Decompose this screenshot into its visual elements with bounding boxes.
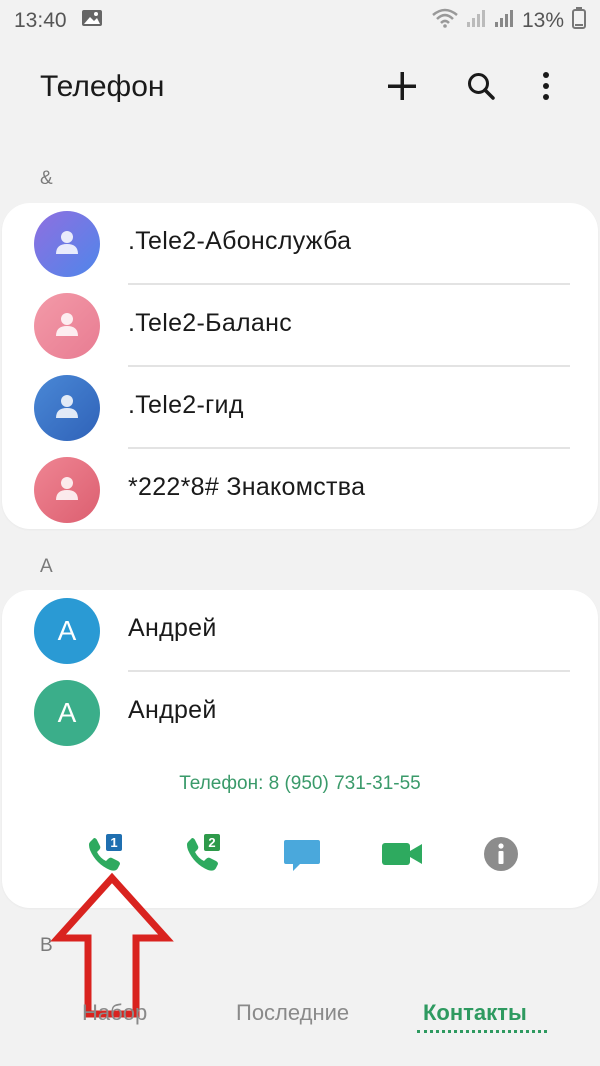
avatar: А — [34, 598, 100, 664]
avatar — [34, 375, 100, 441]
avatar — [34, 211, 100, 277]
avatar: А — [34, 680, 100, 746]
contact-row[interactable]: .Tele2-Абонслужба — [2, 203, 598, 285]
avatar-letter: А — [57, 697, 77, 728]
contact-row[interactable]: .Tele2-гид — [2, 367, 598, 449]
person-icon — [54, 393, 80, 424]
signal-sim2-icon — [494, 8, 514, 34]
contact-row[interactable]: *222*8# Знакомства — [2, 449, 598, 531]
section-header-symbols: & — [40, 168, 53, 189]
app-bar: Телефон — [0, 56, 600, 120]
battery-percent: 13% — [521, 9, 564, 32]
search-icon — [466, 71, 496, 106]
status-bar: 13:40 13% — [0, 0, 600, 42]
more-vertical-icon — [542, 71, 550, 106]
info-icon — [483, 836, 519, 877]
person-icon — [54, 475, 80, 506]
wifi-icon — [432, 8, 458, 34]
battery-icon — [572, 7, 586, 35]
call-sim2-button[interactable]: 2 — [176, 830, 228, 882]
section-header-a: А — [40, 556, 53, 577]
search-button[interactable] — [459, 66, 503, 110]
video-call-button[interactable] — [376, 830, 428, 882]
sim1-badge: 1 — [110, 835, 117, 850]
message-button[interactable] — [276, 830, 328, 882]
message-icon — [282, 834, 322, 879]
tab-dialer[interactable]: Набор — [82, 1000, 147, 1026]
tab-contacts[interactable]: Контакты — [423, 1000, 527, 1026]
signal-sim1-icon — [466, 8, 486, 34]
status-time: 13:40 — [14, 9, 67, 32]
gallery-notification-icon — [81, 9, 103, 33]
contact-info-button[interactable] — [475, 830, 527, 882]
call-sim2-icon: 2 — [180, 832, 224, 881]
contacts-card-a: А Андрей А Андрей Телефон: 8 (950) 731-3… — [2, 590, 598, 908]
contacts-card-symbols: .Tele2-Абонслужба .Tele2-Баланс .Tele2-г… — [2, 203, 598, 529]
contact-row[interactable]: .Tele2-Баланс — [2, 285, 598, 367]
avatar — [34, 293, 100, 359]
contact-phone-number: Телефон: 8 (950) 731-31-55 — [179, 773, 421, 794]
page-title: Телефон — [40, 70, 165, 103]
bottom-tab-bar: Набор Последние Контакты — [0, 990, 600, 1050]
avatar — [34, 457, 100, 523]
more-options-button[interactable] — [524, 66, 568, 110]
contact-row-expanded[interactable]: А Андрей — [2, 672, 598, 754]
person-icon — [54, 229, 80, 260]
avatar-letter: А — [57, 615, 77, 646]
sim2-badge: 2 — [208, 835, 215, 850]
contact-name: *222*8# Знакомства — [128, 473, 366, 501]
add-icon — [386, 70, 418, 107]
tab-recents[interactable]: Последние — [236, 1000, 349, 1026]
contact-name: Андрей — [128, 614, 217, 642]
active-tab-indicator — [417, 1030, 547, 1033]
add-contact-button[interactable] — [380, 66, 424, 110]
contact-row[interactable]: А Андрей — [2, 590, 598, 672]
video-call-icon — [380, 839, 424, 874]
contact-name: .Tele2-Абонслужба — [128, 227, 352, 255]
contact-name: .Tele2-гид — [128, 391, 244, 419]
contact-name: Андрей — [128, 696, 217, 724]
person-icon — [54, 311, 80, 342]
contact-name: .Tele2-Баланс — [128, 309, 293, 337]
